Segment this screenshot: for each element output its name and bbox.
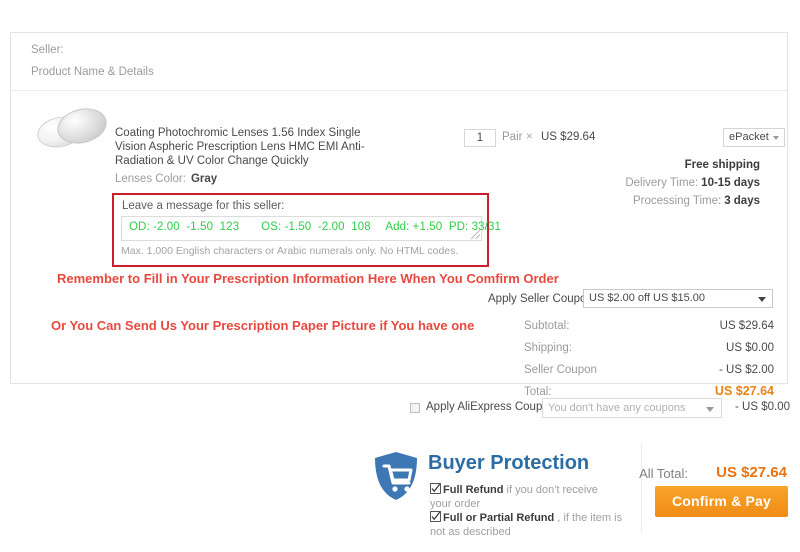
- free-shipping-label: Free shipping: [684, 159, 760, 171]
- shipping-cost-label: Shipping:: [524, 342, 572, 354]
- aliexpress-coupon-amount: - US $0.00: [735, 401, 790, 413]
- delivery-time-value: 10-15 days: [701, 177, 760, 189]
- multiply-symbol: ×: [526, 131, 533, 143]
- processing-time-value: 3 days: [724, 195, 760, 207]
- lenses-color-value: Gray: [190, 173, 218, 185]
- od-label: OD:: [129, 221, 150, 233]
- shield-cart-icon: [372, 450, 420, 502]
- all-total-value: US $27.64: [716, 464, 787, 481]
- buyer-protection-item-full-refund: Full Refund if you don't receive your or…: [430, 482, 610, 511]
- header-divider: [11, 90, 787, 91]
- total-value: US $27.64: [714, 384, 774, 398]
- seller-coupon-discount-label: Seller Coupon: [524, 364, 597, 376]
- message-hint: Max. 1,000 English characters or Arabic …: [121, 245, 459, 257]
- prescription-text: OD: -2.00 -1.50 123 OS: -1.50 -2.00 108 A…: [129, 221, 501, 233]
- aliexpress-coupon-placeholder: You don't have any coupons: [548, 402, 686, 414]
- apply-aliexpress-coupon-checkbox[interactable]: [410, 403, 420, 413]
- confirm-and-pay-button[interactable]: Confirm & Pay: [655, 486, 788, 517]
- aliexpress-coupon-select[interactable]: You don't have any coupons: [542, 398, 722, 418]
- delivery-time-label: Delivery Time:: [625, 177, 699, 189]
- quantity-unit-label: Pair: [502, 131, 523, 143]
- od-axis: 123: [219, 221, 240, 233]
- checkmark-icon: [430, 511, 441, 522]
- textarea-resize-handle[interactable]: [471, 230, 480, 239]
- os-cylinder: -2.00: [317, 221, 345, 233]
- buyer-protection-title: Buyer Protection: [428, 452, 590, 474]
- chevron-down-icon: [773, 136, 779, 140]
- seller-message-textarea[interactable]: OD: -2.00 -1.50 123 OS: -1.50 -2.00 108 A…: [121, 216, 501, 241]
- os-sphere: -1.50: [284, 221, 312, 233]
- lenses-color-attribute: Lenses Color: Gray: [115, 173, 217, 185]
- product-details-header: Product Name & Details: [31, 66, 154, 78]
- processing-time-label: Processing Time:: [632, 195, 722, 207]
- chevron-down-icon: [706, 407, 714, 412]
- lenses-color-label: Lenses Color:: [115, 173, 186, 185]
- annotation-send-picture: Or You Can Send Us Your Prescription Pap…: [51, 318, 475, 333]
- chevron-down-icon: [758, 297, 766, 302]
- pd-label: PD:: [448, 221, 469, 233]
- add-value: +1.50: [412, 221, 443, 233]
- annotation-fill-prescription: Remember to Fill in Your Prescription In…: [57, 271, 559, 286]
- total-label: Total:: [524, 386, 552, 398]
- buyer-protection-item-partial-refund: Full or Partial Refund , if the item is …: [430, 510, 630, 539]
- os-axis: 108: [351, 221, 371, 233]
- od-sphere: -2.00: [153, 221, 180, 233]
- processing-time: Processing Time: 3 days: [633, 195, 760, 207]
- quantity-input[interactable]: 1: [464, 129, 496, 147]
- subtotal-row: Subtotal: US $29.64: [524, 320, 774, 332]
- leave-message-label: Leave a message for this seller:: [122, 200, 285, 212]
- subtotal-label: Subtotal:: [524, 320, 570, 332]
- checkmark-icon: [430, 483, 441, 494]
- shipping-cost-row: Shipping: US $0.00: [524, 342, 774, 354]
- total-row: Total: US $27.64: [524, 384, 774, 398]
- full-refund-bold: Full Refund: [443, 484, 504, 496]
- seller-coupon-row: Seller Coupon - US $2.00: [524, 364, 774, 376]
- message-highlight-box: Leave a message for this seller: OD: -2.…: [112, 193, 501, 267]
- seller-coupon-value: US $2.00 off US $15.00: [589, 292, 705, 304]
- add-label: Add:: [385, 221, 410, 233]
- order-card: Seller: Product Name & Details Coating P…: [10, 32, 788, 398]
- eyeglass-lenses-icon[interactable]: [33, 95, 111, 157]
- all-total-label: All Total:: [639, 466, 688, 481]
- shipping-method-select[interactable]: ePacket: [723, 128, 785, 147]
- seller-coupon-discount-value: - US $2.00: [719, 364, 774, 376]
- shipping-cost-value: US $0.00: [726, 342, 774, 354]
- shipping-method-value: ePacket: [729, 131, 769, 143]
- seller-label: Seller:: [31, 44, 64, 56]
- seller-coupon-select[interactable]: US $2.00 off US $15.00: [583, 289, 773, 308]
- vertical-divider: [641, 443, 642, 533]
- seller-coupon-label: Apply Seller Coupon:: [488, 293, 597, 305]
- delivery-time: Delivery Time: 10-15 days: [625, 177, 760, 189]
- subtotal-value: US $29.64: [719, 320, 774, 332]
- apply-aliexpress-coupon-label: Apply AliExpress Coupon:: [426, 401, 559, 413]
- aliexpress-coupon-row: Apply AliExpress Coupon: You don't have …: [410, 398, 790, 421]
- od-cylinder: -1.50: [186, 221, 214, 233]
- partial-refund-bold: Full or Partial Refund: [443, 512, 555, 524]
- product-title[interactable]: Coating Photochromic Lenses 1.56 Index S…: [115, 126, 385, 168]
- os-label: OS:: [261, 221, 282, 233]
- unit-price: US $29.64: [541, 131, 596, 143]
